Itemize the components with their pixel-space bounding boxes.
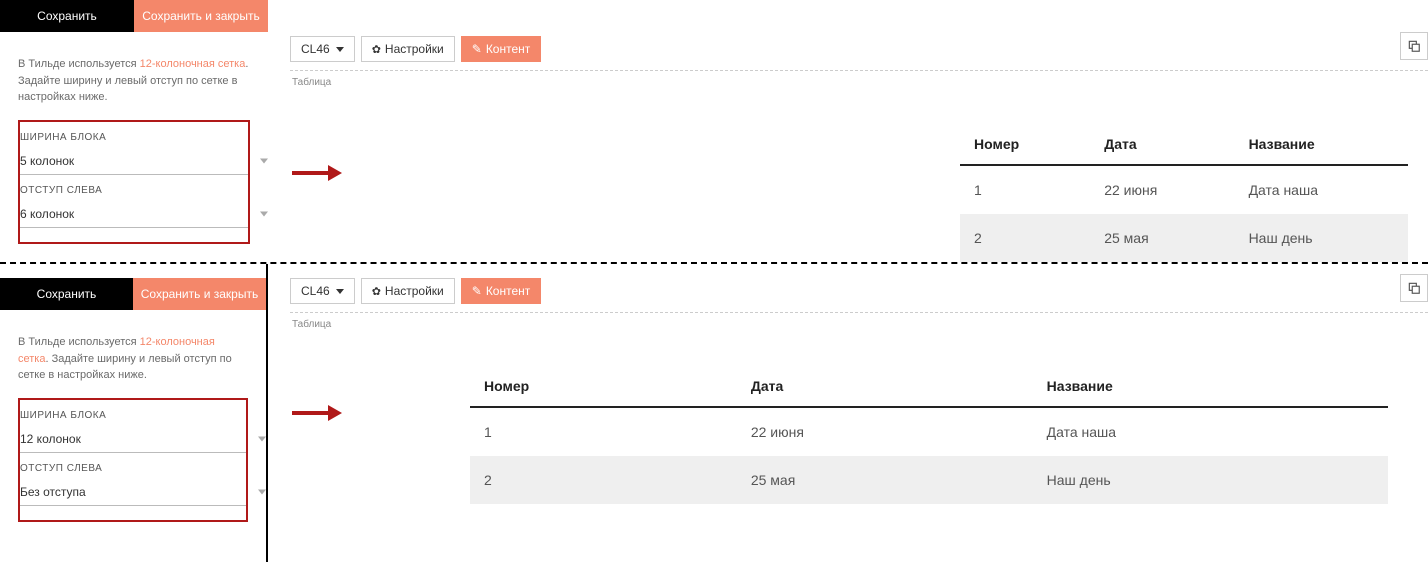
gear-icon xyxy=(372,42,381,56)
content-button[interactable]: Контент xyxy=(461,278,542,304)
copy-button[interactable] xyxy=(1400,274,1428,302)
col-number: Номер xyxy=(470,366,737,407)
table-row: 1 22 июня Дата наша xyxy=(470,407,1388,456)
col-name: Название xyxy=(1033,366,1388,407)
chevron-down-icon xyxy=(258,490,266,495)
save-button[interactable]: Сохранить xyxy=(0,278,133,310)
save-close-button[interactable]: Сохранить и закрыть xyxy=(134,0,268,32)
gear-icon xyxy=(372,284,381,298)
width-select[interactable]: 12 колонок xyxy=(20,427,246,453)
width-label: ШИРИНА БЛОКА xyxy=(20,410,246,421)
block-toolbar: CL46 Настройки Контент xyxy=(290,278,1428,313)
settings-button[interactable]: Настройки xyxy=(361,278,455,304)
chevron-down-icon xyxy=(336,47,344,52)
copy-icon xyxy=(1407,281,1421,295)
copy-icon xyxy=(1407,39,1421,53)
copy-button[interactable] xyxy=(1400,32,1428,60)
data-table-wrapper: Номер Дата Название 1 22 июня Дата наша … xyxy=(960,124,1408,262)
preview-area: CL46 Настройки Контент Таблица Номер Дат… xyxy=(290,0,1428,262)
settings-highlight-box: ШИРИНА БЛОКА 5 колонок ОТСТУП СЛЕВА 6 ко… xyxy=(18,120,250,244)
col-name: Название xyxy=(1235,124,1408,165)
chevron-down-icon xyxy=(260,212,268,217)
block-type-label: Таблица xyxy=(292,77,1428,88)
block-type-label: Таблица xyxy=(292,319,1428,330)
offset-label: ОТСТУП СЛЕВА xyxy=(20,185,248,196)
save-button[interactable]: Сохранить xyxy=(0,0,134,32)
offset-label: ОТСТУП СЛЕВА xyxy=(20,463,246,474)
table-header-row: Номер Дата Название xyxy=(470,366,1388,407)
block-code-button[interactable]: CL46 xyxy=(290,278,355,304)
settings-sidebar: Сохранить Сохранить и закрыть В Тильде и… xyxy=(0,264,268,562)
data-table-wrapper: Номер Дата Название 1 22 июня Дата наша … xyxy=(470,366,1388,504)
offset-select[interactable]: 6 колонок xyxy=(20,202,248,228)
grid-description: В Тильде используется 12-колоночная сетк… xyxy=(18,334,248,384)
width-label: ШИРИНА БЛОКА xyxy=(20,132,248,143)
block-toolbar: CL46 Настройки Контент xyxy=(290,36,1428,71)
grid-description: В Тильде используется 12-колоночная сетк… xyxy=(18,56,250,106)
sidebar-button-row: Сохранить Сохранить и закрыть xyxy=(0,0,268,32)
col-number: Номер xyxy=(960,124,1090,165)
settings-button[interactable]: Настройки xyxy=(361,36,455,62)
width-select[interactable]: 5 колонок xyxy=(20,149,248,175)
col-date: Дата xyxy=(1090,124,1234,165)
data-table: Номер Дата Название 1 22 июня Дата наша … xyxy=(470,366,1388,504)
table-row: 1 22 июня Дата наша xyxy=(960,165,1408,214)
table-row: 2 25 мая Наш день xyxy=(960,214,1408,262)
chevron-down-icon xyxy=(336,289,344,294)
table-header-row: Номер Дата Название xyxy=(960,124,1408,165)
example-2: Сохранить Сохранить и закрыть В Тильде и… xyxy=(0,264,1428,562)
table-row: 2 25 мая Наш день xyxy=(470,456,1388,504)
data-table: Номер Дата Название 1 22 июня Дата наша … xyxy=(960,124,1408,262)
preview-area: CL46 Настройки Контент Таблица Номер Дат… xyxy=(290,264,1428,504)
sidebar-button-row: Сохранить Сохранить и закрыть xyxy=(0,278,266,310)
col-date: Дата xyxy=(737,366,1033,407)
settings-sidebar: Сохранить Сохранить и закрыть В Тильде и… xyxy=(0,0,268,254)
example-1: Сохранить Сохранить и закрыть В Тильде и… xyxy=(0,0,1428,262)
save-close-button[interactable]: Сохранить и закрыть xyxy=(133,278,266,310)
pencil-icon xyxy=(472,284,482,298)
content-button[interactable]: Контент xyxy=(461,36,542,62)
block-code-button[interactable]: CL46 xyxy=(290,36,355,62)
settings-highlight-box: ШИРИНА БЛОКА 12 колонок ОТСТУП СЛЕВА Без… xyxy=(18,398,248,522)
chevron-down-icon xyxy=(258,437,266,442)
offset-select[interactable]: Без отступа xyxy=(20,480,246,506)
chevron-down-icon xyxy=(260,159,268,164)
pencil-icon xyxy=(472,42,482,56)
